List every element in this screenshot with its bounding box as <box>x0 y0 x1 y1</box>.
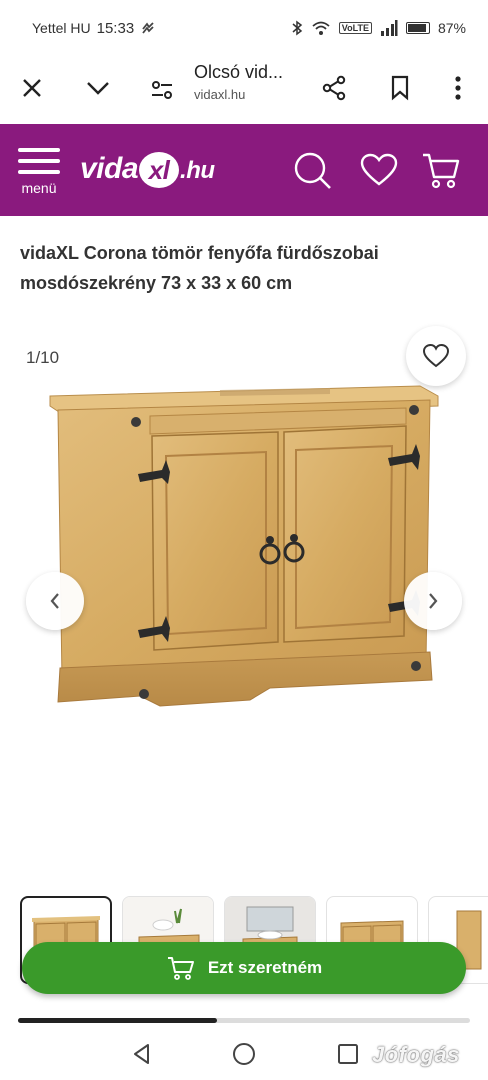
search-icon[interactable] <box>292 150 334 192</box>
prev-image-button[interactable] <box>26 572 84 630</box>
next-image-button[interactable] <box>404 572 462 630</box>
more-icon[interactable] <box>436 66 480 110</box>
wifi-icon <box>312 21 330 35</box>
battery-icon <box>405 22 430 34</box>
product-title: vidaXL Corona tömör fenyőfa fürdőszobai … <box>20 243 379 293</box>
favorite-button[interactable] <box>406 326 466 386</box>
status-bar: Yettel HU 15:33 VoLTE 87% <box>0 0 488 56</box>
carrier-name: Yettel HU <box>32 20 91 36</box>
product-image-cabinet[interactable] <box>40 380 450 720</box>
signal-icon <box>380 20 398 36</box>
want-it-button[interactable]: Ezt szeretném <box>22 942 466 994</box>
clock: 15:33 <box>96 19 135 37</box>
scroll-progress <box>18 1018 470 1023</box>
menu-label: menü <box>21 180 57 196</box>
jofogas-watermark: Jófogás <box>372 1042 460 1067</box>
logo-mark: xl <box>139 152 180 189</box>
bookmark-icon[interactable] <box>378 66 422 110</box>
chevron-right-icon <box>429 593 438 609</box>
tab-title: Olcsó vid... <box>194 62 284 82</box>
cart-icon[interactable] <box>420 150 462 192</box>
want-it-label: Ezt szeretném <box>207 958 323 977</box>
url-display[interactable]: Olcsó vid... vidaxl.hu <box>194 62 283 102</box>
cart-icon <box>167 957 194 980</box>
back-icon[interactable] <box>128 1040 156 1068</box>
status-left: Yettel HU 15:33 <box>32 20 156 37</box>
recents-icon[interactable] <box>334 1040 362 1068</box>
heart-icon <box>422 343 450 368</box>
logo-text-right: .hu <box>180 157 215 184</box>
image-counter: 1/10 <box>26 348 60 367</box>
battery-level: 87% <box>437 20 466 36</box>
close-icon[interactable] <box>10 66 54 110</box>
logo-text-left: vida <box>80 152 139 185</box>
heart-icon[interactable] <box>358 150 400 192</box>
notification-icon <box>142 22 154 34</box>
volte-badge: VoLTE <box>338 22 372 34</box>
menu-button[interactable]: menü <box>14 146 64 196</box>
chevron-left-icon <box>50 593 59 609</box>
status-right: VoLTE 87% <box>291 20 466 36</box>
url-domain: vidaxl.hu <box>194 87 246 102</box>
site-header: menü vida xl .hu <box>0 124 488 216</box>
bluetooth-icon <box>292 20 302 36</box>
chevron-down-icon[interactable] <box>76 66 120 110</box>
home-icon[interactable] <box>230 1040 258 1068</box>
site-settings-icon[interactable] <box>140 68 184 112</box>
hamburger-icon <box>18 148 60 174</box>
vidaxl-logo[interactable]: vida xl .hu <box>80 152 215 189</box>
scroll-progress-fill <box>18 1018 217 1023</box>
browser-toolbar: Olcsó vid... vidaxl.hu <box>0 56 488 122</box>
share-icon[interactable] <box>312 66 356 110</box>
